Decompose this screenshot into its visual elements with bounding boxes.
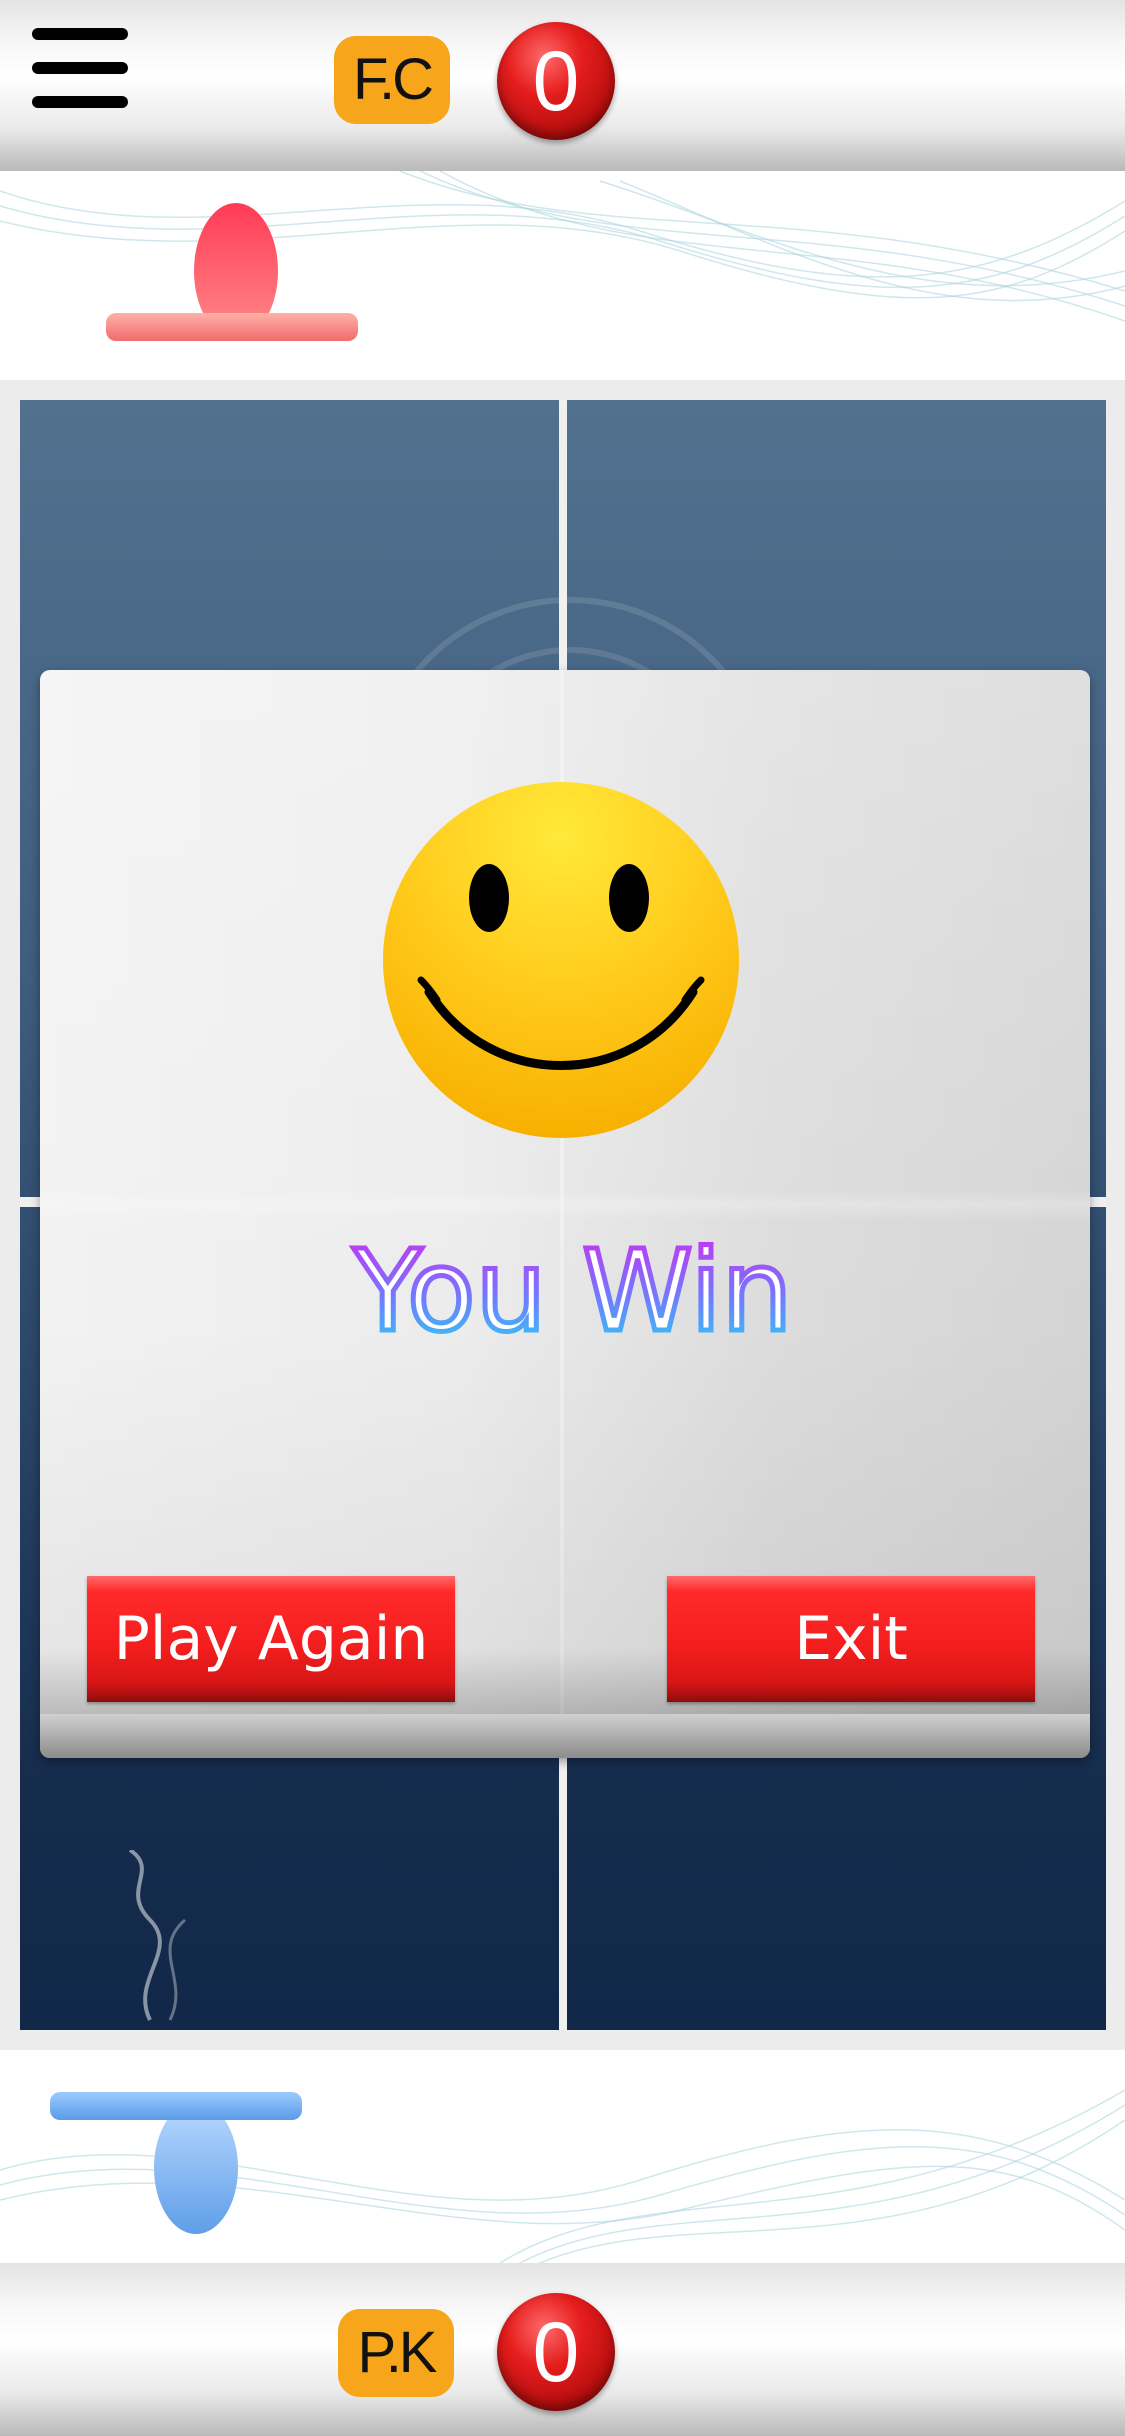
- bottom-goal-area: [0, 2050, 1125, 2263]
- opponent-score: 0: [497, 22, 615, 140]
- smoke-trail-decoration: [128, 1850, 186, 2021]
- player-score: 0: [497, 2293, 615, 2411]
- top-goal-area: [0, 171, 1125, 380]
- top-score-bar: F.C 0: [0, 0, 1125, 171]
- player-paddle[interactable]: [48, 2086, 308, 2236]
- hamburger-menu-icon[interactable]: [32, 28, 128, 112]
- play-again-button[interactable]: Play Again: [87, 1576, 455, 1702]
- win-title-text: You Win: [352, 1227, 792, 1357]
- opponent-name-badge: F.C: [334, 36, 450, 124]
- bottom-score-bar: P.K 0: [0, 2263, 1125, 2436]
- player-name-badge: P.K: [338, 2309, 454, 2397]
- you-win-title: You Win: [350, 1225, 795, 1360]
- win-dialog: You Win Play Again Exit: [40, 670, 1090, 1758]
- opponent-paddle[interactable]: [104, 201, 364, 351]
- exit-button[interactable]: Exit: [667, 1576, 1035, 1702]
- smiley-face-icon: [383, 782, 739, 1138]
